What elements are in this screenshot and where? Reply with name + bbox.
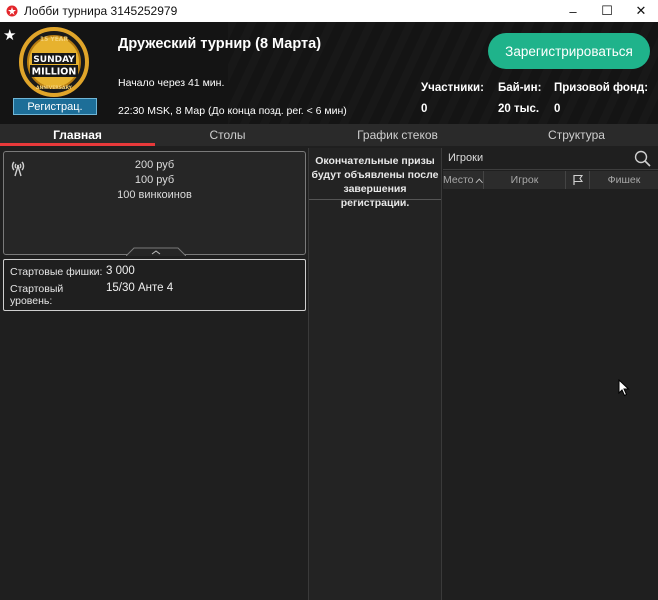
tab-tables[interactable]: Столы [155, 124, 300, 146]
buyin-label: Бай-ин: [498, 82, 542, 94]
prize-1: 200 руб [134, 159, 175, 171]
column-player-label: Игрок [510, 174, 539, 186]
column-place[interactable]: Место [443, 171, 484, 189]
close-button[interactable]: ✕ [624, 0, 658, 22]
register-button[interactable]: Зарегистрироваться [488, 33, 650, 69]
logo-bottom-text: ANNIVERSARY [36, 85, 73, 91]
maximize-button[interactable]: ☐ [590, 0, 624, 22]
starting-chips-label: Стартовые фишки: [10, 266, 103, 278]
window-title: Лобби турнира 3145252979 [24, 4, 178, 18]
window-titlebar: Лобби турнира 3145252979 – ☐ ✕ [0, 0, 658, 22]
divider [309, 199, 441, 200]
players-search-input[interactable]: Игроки [448, 152, 483, 164]
column-country[interactable] [566, 171, 590, 189]
active-tab-indicator [0, 143, 155, 146]
prize-note: Окончательные призы будут объявлены посл… [309, 154, 441, 210]
tournament-header: ★ 15 YEAR SUNDAY MILLION ANNIVERSARY Рег… [0, 22, 658, 124]
prize-2: 100 руб [134, 174, 175, 186]
participants-value: 0 [421, 103, 428, 115]
logo-line1: SUNDAY [33, 55, 75, 65]
logo-line2: MILLION [32, 67, 77, 78]
minimize-button[interactable]: – [556, 0, 590, 22]
prizes-panel: 200 руб 100 руб 100 винкоинов [3, 151, 306, 256]
tab-structure[interactable]: Структура [495, 124, 658, 146]
players-search[interactable]: Игроки [443, 148, 658, 170]
prize-note-line2: будут объявлены после [311, 169, 439, 181]
starting-level-label-1: Стартовый [10, 283, 64, 295]
favorite-star-icon[interactable]: ★ [3, 26, 16, 44]
flag-icon [572, 174, 583, 185]
logo-top-text: 15 YEAR [40, 36, 69, 43]
prize-note-line1: Окончательные призы [315, 155, 435, 167]
prize-note-line3: завершения регистрации. [340, 183, 410, 209]
column-place-label: Место [443, 174, 474, 186]
participants-label: Участники: [421, 82, 484, 94]
starting-chips-value: 3 000 [106, 265, 135, 277]
prizepool-value: 0 [554, 103, 561, 115]
column-chips[interactable]: Фишек [590, 171, 658, 189]
starting-info-panel: Стартовые фишки: 3 000 Стартовый уровень… [3, 259, 306, 311]
players-panel: Игроки Место Игрок Фишек [443, 148, 658, 600]
sunday-million-logo: 15 YEAR SUNDAY MILLION ANNIVERSARY [19, 27, 89, 97]
registration-status-badge: Регистрац. [13, 98, 97, 115]
starts-in-text: Начало через 41 мин. [118, 77, 225, 89]
starting-level-label-2: уровень: [10, 295, 53, 307]
column-player[interactable]: Игрок [484, 171, 566, 189]
search-icon[interactable] [634, 150, 651, 167]
prizepool-label: Призовой фонд: [554, 82, 649, 94]
starting-level-value: 15/30 Анте 4 [106, 282, 174, 294]
tournament-datetime: 22:30 MSK, 8 Мар (До конца позд. рег. < … [118, 105, 347, 117]
collapse-chevron-icon[interactable] [126, 246, 186, 256]
prize-3: 100 винкоинов [117, 189, 192, 201]
tab-stack-chart[interactable]: График стеков [300, 124, 495, 146]
tournament-name: Дружеский турнир (8 Марта) [118, 36, 322, 52]
pokerstars-logo-icon [6, 5, 18, 17]
mouse-cursor-icon [618, 379, 630, 397]
sort-up-icon [475, 177, 483, 183]
buyin-value: 20 тыс. [498, 103, 540, 115]
column-chips-label: Фишек [607, 174, 641, 186]
payout-panel: Окончательные призы будут объявлены посл… [308, 148, 442, 600]
